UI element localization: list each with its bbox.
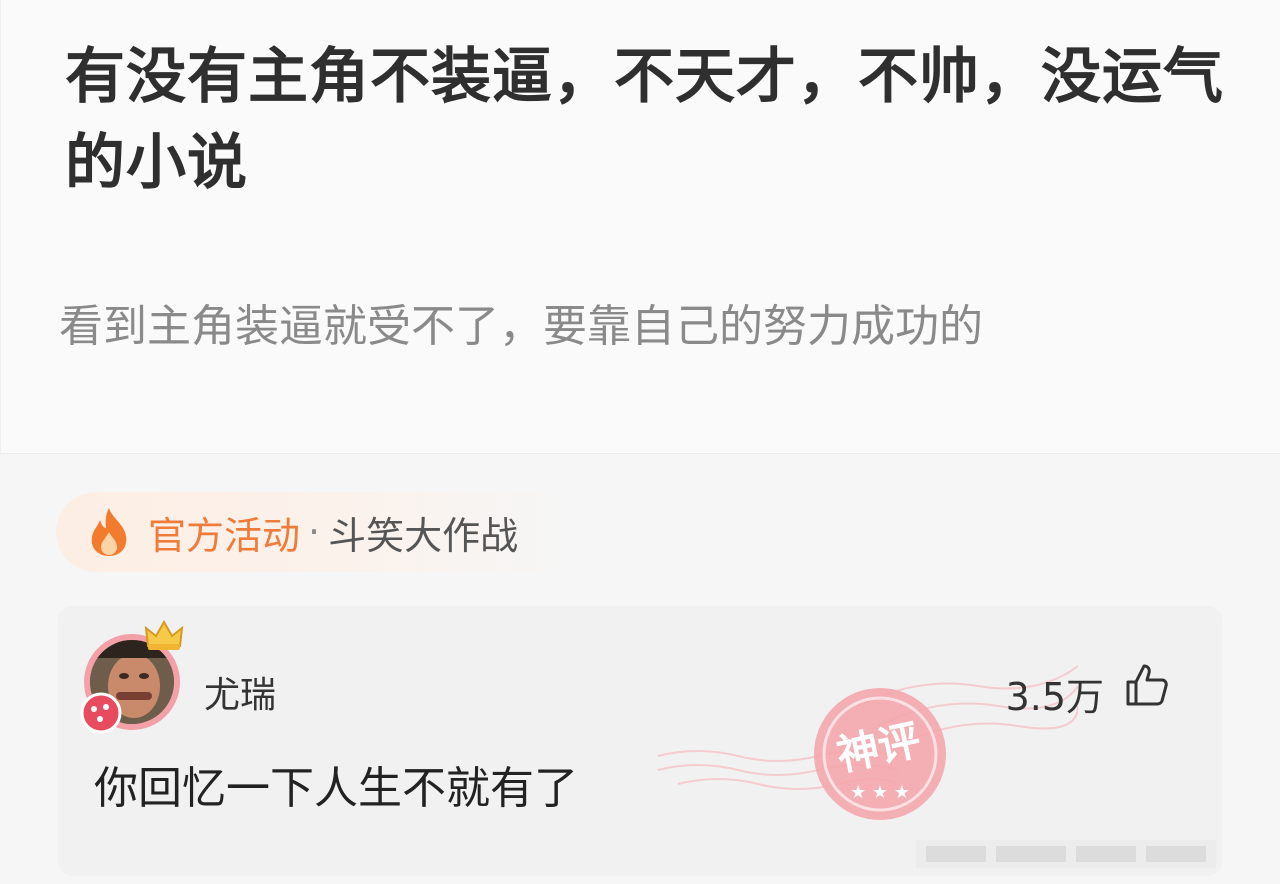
avatar[interactable] [80, 620, 184, 734]
official-activity-banner[interactable]: 官方活动 · 斗笑大作战 [56, 492, 576, 572]
activity-separator: · [308, 510, 321, 554]
question-card: 有没有主角不装逼，不天才，不帅，没运气的小说 看到主角装逼就受不了，要靠自己的努… [0, 0, 1280, 454]
question-description: 看到主角装逼就受不了，要靠自己的努力成功的 [59, 301, 983, 352]
top-answer-card[interactable]: 神评 ★ ★ ★ 尤瑞 3.5万 你回忆一下人生不就有了 [58, 606, 1222, 876]
fire-icon [91, 508, 127, 556]
question-title: 有没有主角不装逼，不天才，不帅，没运气的小说 [65, 42, 1224, 198]
thumbs-up-icon[interactable] [1124, 662, 1170, 708]
like-count: 3.5万 [1005, 675, 1104, 719]
svg-text:★ ★ ★: ★ ★ ★ [850, 782, 910, 803]
username[interactable]: 尤瑞 [204, 666, 276, 718]
answer-text: 你回忆一下人生不就有了 [94, 763, 578, 814]
activity-label: 官方活动 [148, 513, 301, 558]
watermark-icon [916, 840, 1216, 868]
crown-icon [144, 620, 184, 650]
badge-icon [80, 692, 122, 734]
activity-name: 斗笑大作战 [328, 513, 519, 558]
